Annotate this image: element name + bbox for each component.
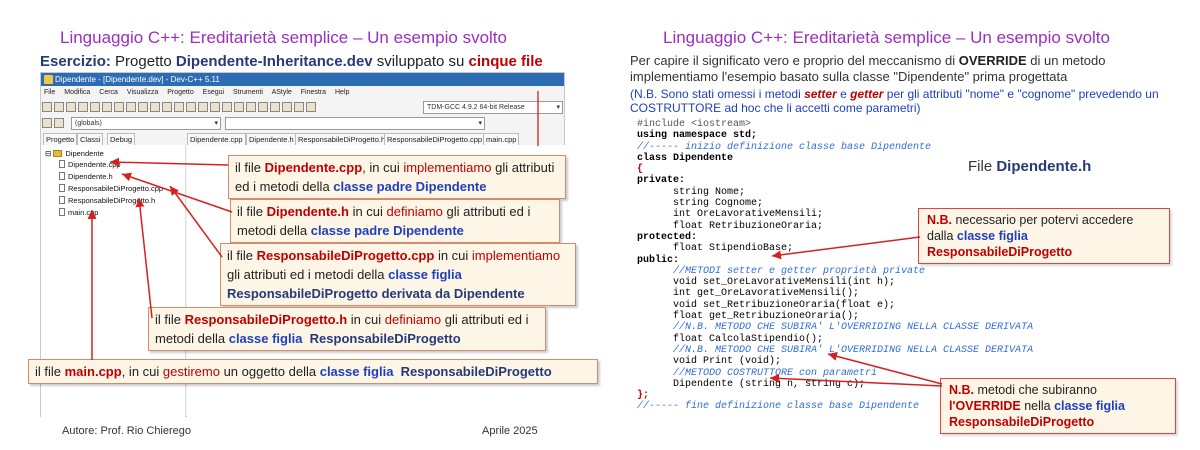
arrow-dipendente-cpp — [109, 157, 229, 167]
arrow-print — [769, 373, 943, 387]
arrow-calcola-stipendio — [827, 351, 943, 385]
annotation-arrows — [87, 91, 943, 387]
arrow-responsabile-cpp — [169, 185, 223, 258]
arrow-responsabile-h — [135, 197, 153, 319]
arrow-protected — [771, 236, 921, 260]
arrow-dipendente-h — [121, 172, 233, 213]
